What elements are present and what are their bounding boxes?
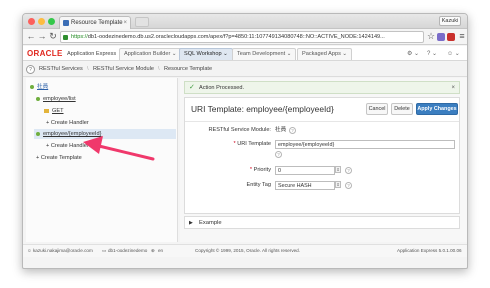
browser-window: Resource Template × Kazuki ← → ↻ https:/… (22, 13, 468, 269)
annotation-arrow-head (83, 136, 103, 154)
annotation-arrow-line (97, 144, 155, 161)
annotation-arrow (83, 136, 155, 161)
